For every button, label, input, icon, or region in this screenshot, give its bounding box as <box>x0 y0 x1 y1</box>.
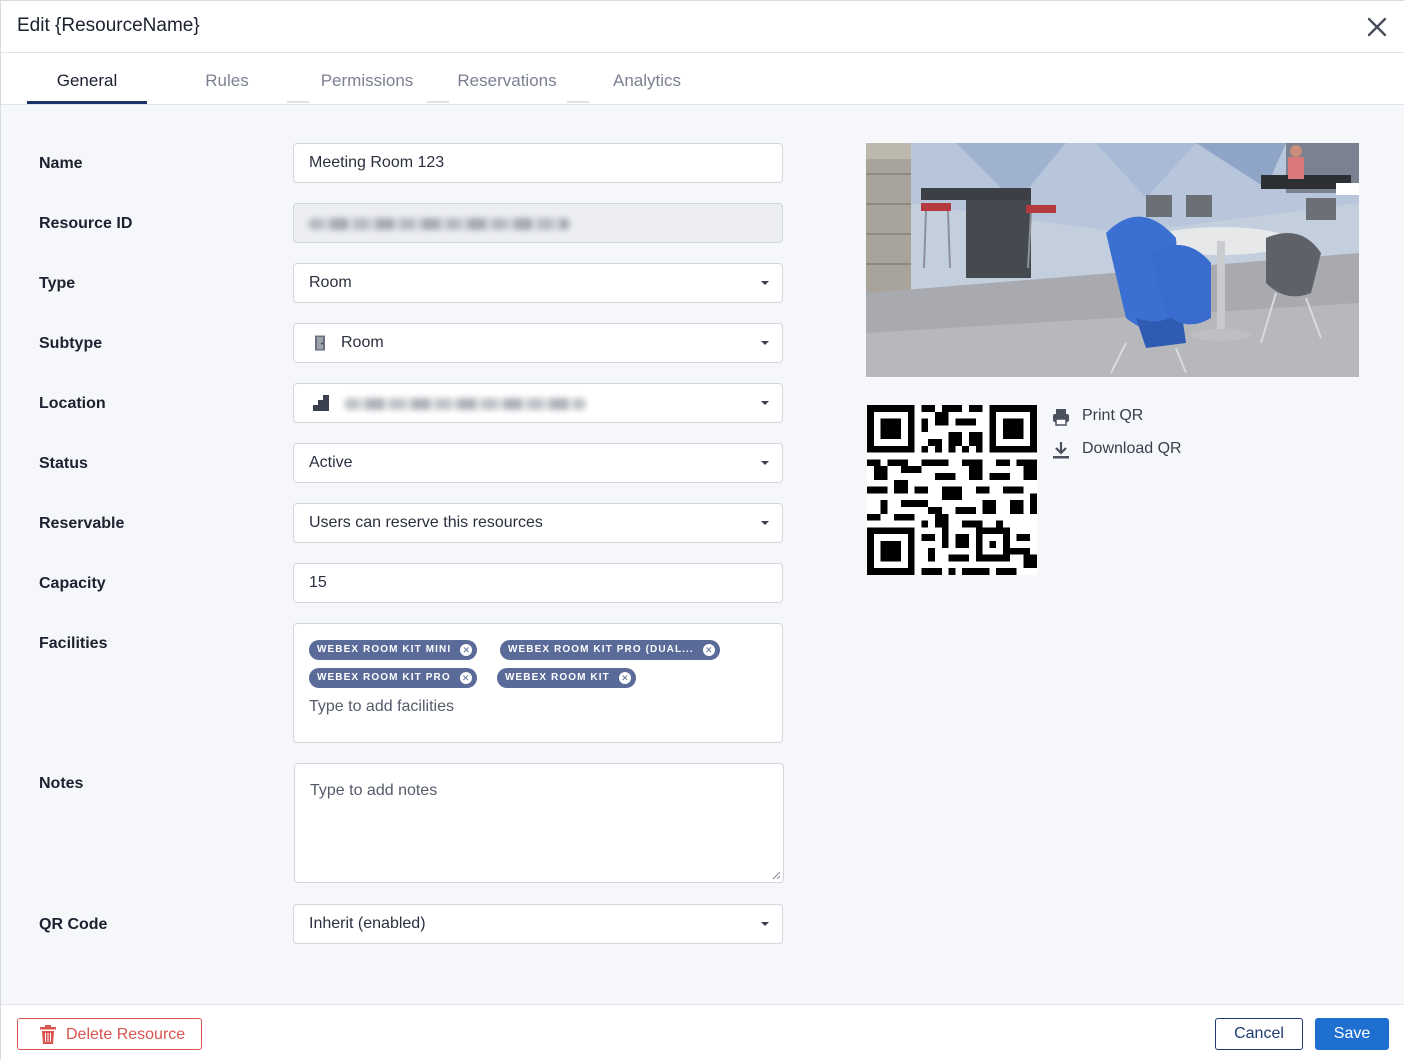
facility-tag-label: WEBEX ROOM KIT MINI <box>317 644 452 655</box>
subtype-value: Room <box>341 334 384 351</box>
type-select[interactable]: Room <box>293 263 783 303</box>
qr-code-select[interactable]: Inherit (enabled) <box>293 904 783 944</box>
door-icon <box>315 335 325 351</box>
tab-general[interactable]: General <box>27 53 147 104</box>
status-value: Active <box>309 454 353 471</box>
qr-code-value: Inherit (enabled) <box>309 915 426 932</box>
tab-reservations[interactable]: Reservations <box>447 53 567 104</box>
printer-icon <box>1053 409 1069 426</box>
facility-tag: WEBEX ROOM KIT MINI ✕ <box>309 640 478 660</box>
name-value: Meeting Room 123 <box>309 154 445 171</box>
type-value: Room <box>309 274 352 291</box>
remove-tag-icon[interactable]: ✕ <box>618 672 631 684</box>
tab-divider <box>567 101 589 103</box>
tab-permissions[interactable]: Permissions <box>307 53 427 104</box>
modal-header: Edit {ResourceName} <box>1 1 1404 53</box>
modal-title: Edit {ResourceName} <box>17 15 200 36</box>
notes-label: Notes <box>39 775 84 792</box>
status-label: Status <box>39 455 88 472</box>
close-icon[interactable] <box>1365 15 1389 39</box>
notes-placeholder: Type to add notes <box>310 782 438 799</box>
trash-icon <box>40 1025 56 1044</box>
facilities-placeholder: Type to add facilities <box>309 698 454 715</box>
remove-tag-icon[interactable]: ✕ <box>702 644 715 656</box>
redacted-value <box>308 218 570 230</box>
location-select[interactable] <box>293 383 783 423</box>
qr-code-image <box>867 405 1037 575</box>
reservable-select[interactable]: Users can reserve this resources <box>293 503 783 543</box>
qr-code-label: QR Code <box>39 916 108 933</box>
save-button[interactable]: Save <box>1315 1018 1389 1050</box>
delete-resource-label: Delete Resource <box>66 1026 186 1043</box>
chevron-down-icon <box>761 281 769 285</box>
tab-divider <box>427 101 449 103</box>
redacted-value <box>344 398 586 410</box>
download-qr-label: Download QR <box>1082 440 1182 457</box>
notes-textarea[interactable]: Type to add notes <box>294 763 784 883</box>
modal-footer: Delete Resource Cancel Save <box>1 1004 1404 1061</box>
resource-id-field <box>293 203 783 243</box>
chevron-down-icon <box>761 521 769 525</box>
tab-rules[interactable]: Rules <box>167 53 287 104</box>
print-qr-label: Print QR <box>1082 407 1144 424</box>
download-icon <box>1053 442 1069 459</box>
facility-tag-label: WEBEX ROOM KIT PRO (DUAL... <box>508 644 694 655</box>
subtype-label: Subtype <box>39 335 103 352</box>
name-label: Name <box>39 155 83 172</box>
building-icon <box>313 395 329 411</box>
location-label: Location <box>39 395 106 412</box>
reservable-label: Reservable <box>39 515 125 532</box>
chevron-down-icon <box>761 461 769 465</box>
capacity-input[interactable]: 15 <box>293 563 783 603</box>
reservable-value: Users can reserve this resources <box>309 514 543 531</box>
resource-photo <box>866 143 1359 377</box>
capacity-label: Capacity <box>39 575 106 592</box>
facility-tag: WEBEX ROOM KIT PRO (DUAL... ✕ <box>500 640 720 660</box>
facility-tag-label: WEBEX ROOM KIT <box>505 672 610 683</box>
status-select[interactable]: Active <box>293 443 783 483</box>
subtype-select[interactable]: Room <box>293 323 783 363</box>
type-label: Type <box>39 275 76 292</box>
facility-tag: WEBEX ROOM KIT PRO ✕ <box>309 668 477 688</box>
edit-resource-modal: Edit {ResourceName} General Rules Permis… <box>0 0 1404 1061</box>
facilities-label: Facilities <box>39 635 108 652</box>
name-input[interactable]: Meeting Room 123 <box>293 143 783 183</box>
facilities-input[interactable]: WEBEX ROOM KIT MINI ✕ WEBEX ROOM KIT PRO… <box>293 623 783 743</box>
capacity-value: 15 <box>309 574 327 591</box>
delete-resource-button[interactable]: Delete Resource <box>17 1018 202 1050</box>
facility-tag-label: WEBEX ROOM KIT PRO <box>317 672 451 683</box>
facility-tag: WEBEX ROOM KIT ✕ <box>497 668 636 688</box>
tab-bar: General Rules Permissions Reservations A… <box>1 53 1404 105</box>
chevron-down-icon <box>761 341 769 345</box>
chevron-down-icon <box>761 401 769 405</box>
resource-id-label: Resource ID <box>39 215 133 232</box>
remove-tag-icon[interactable]: ✕ <box>459 672 472 684</box>
chevron-down-icon <box>761 922 769 926</box>
tab-analytics[interactable]: Analytics <box>587 53 707 104</box>
remove-tag-icon[interactable]: ✕ <box>460 644 473 656</box>
cancel-button[interactable]: Cancel <box>1215 1018 1303 1050</box>
resize-handle-icon[interactable] <box>771 870 781 880</box>
tab-divider <box>287 101 309 103</box>
